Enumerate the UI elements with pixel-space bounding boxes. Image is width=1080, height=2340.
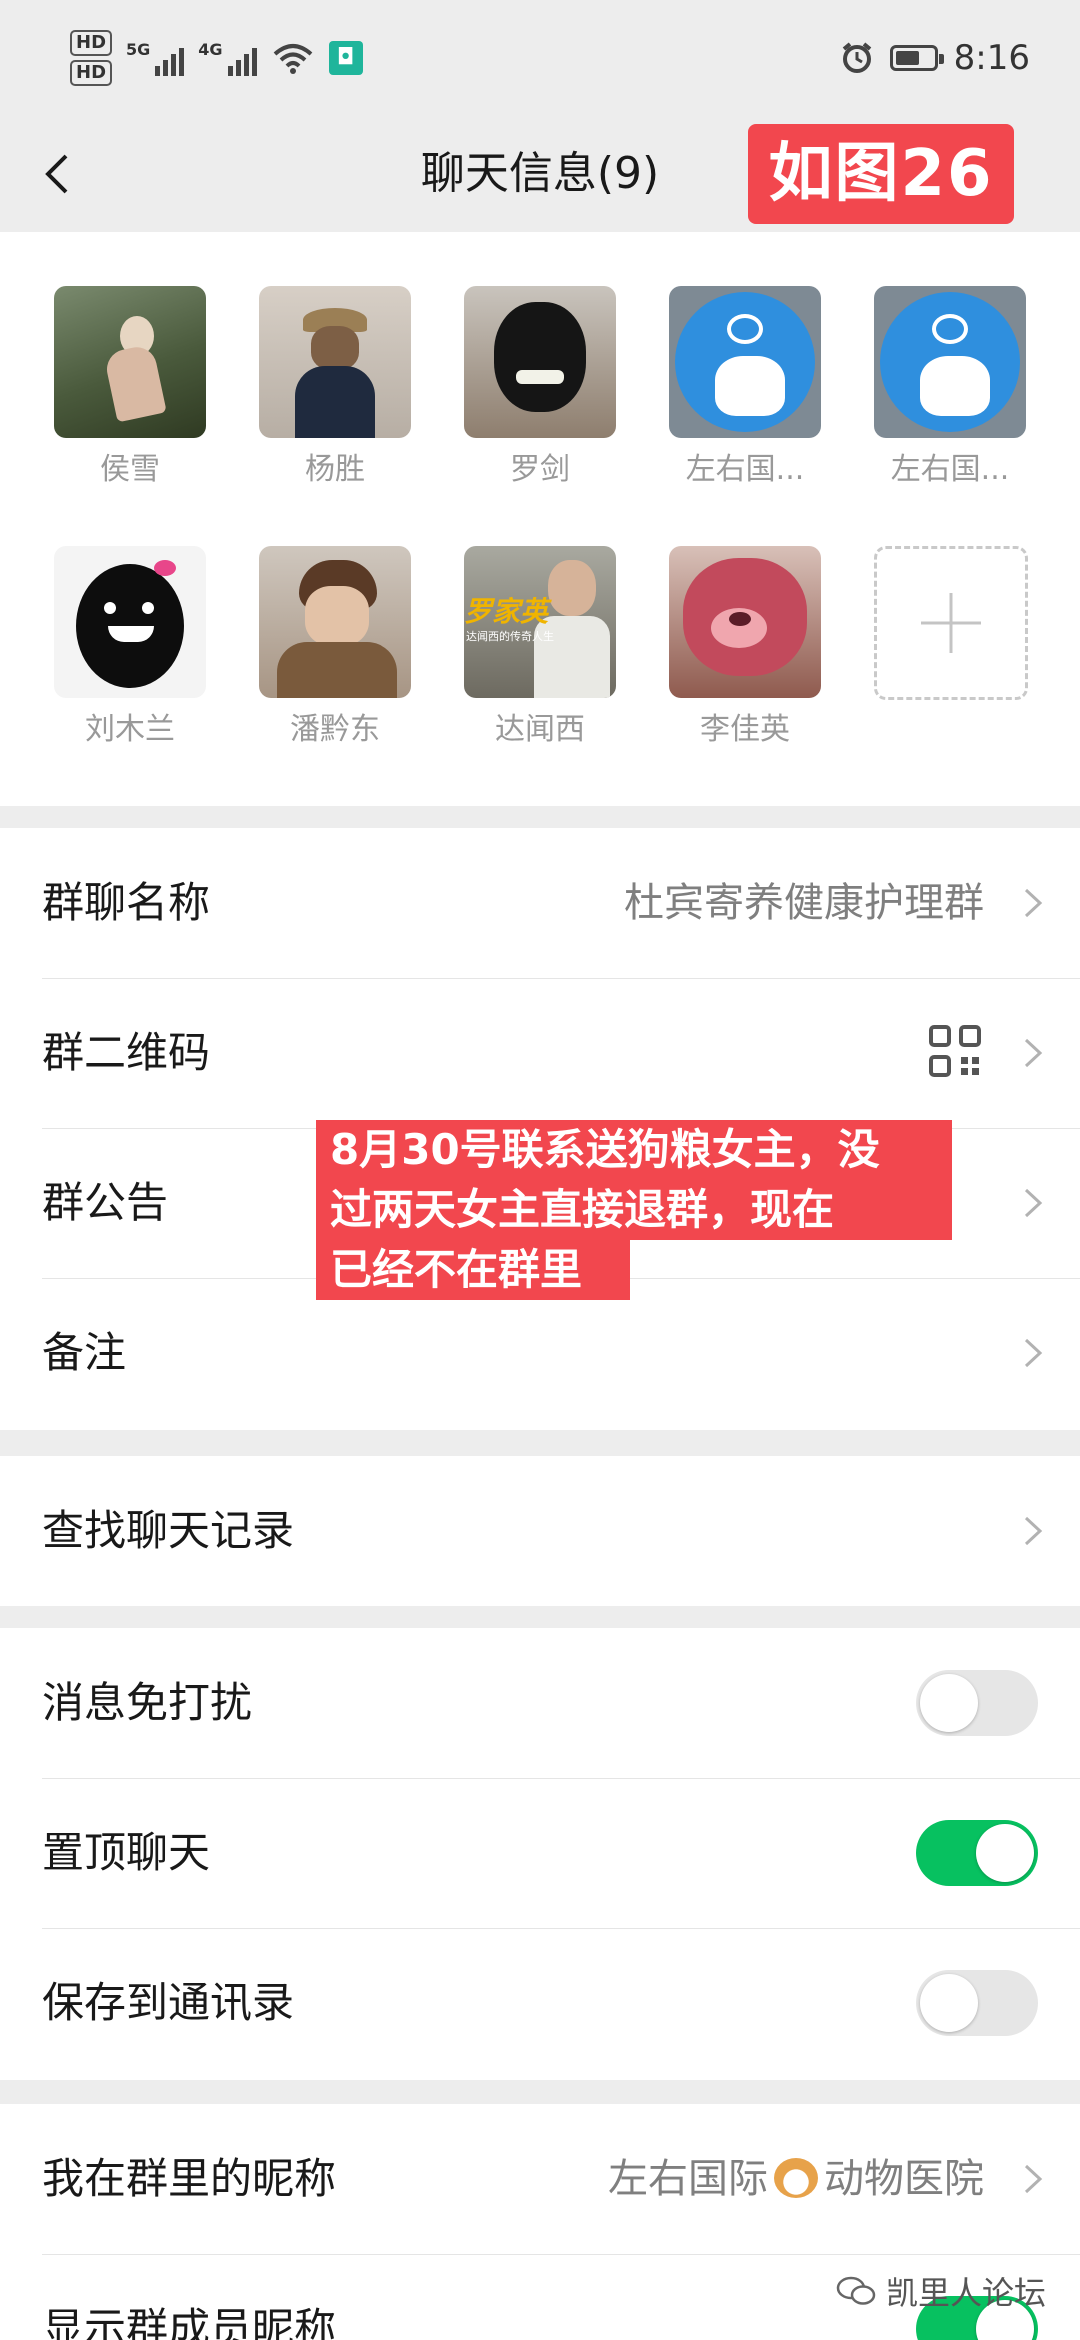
watermark: 凯里人论坛 <box>836 2268 1046 2314</box>
chevron-right-icon <box>1024 2164 1043 2194</box>
annotation-line-1: 8月30号联系送狗粮女主，没 <box>316 1120 952 1180</box>
member-item[interactable]: 杨胜 <box>259 286 411 490</box>
member-name: 罗剑 <box>510 452 570 487</box>
show-member-nickname-label: 显示群成员昵称 <box>42 2304 337 2340</box>
avatar <box>874 286 1026 438</box>
member-name: 李佳英 <box>700 712 790 747</box>
member-name: 侯雪 <box>100 452 160 487</box>
member-item[interactable]: 刘木兰 <box>54 546 206 750</box>
chevron-right-icon <box>1024 1516 1043 1546</box>
mute-toggle[interactable] <box>916 1670 1038 1736</box>
nickname-value-part2: 动物医院 <box>824 2156 984 2202</box>
add-member-button[interactable] <box>874 546 1028 700</box>
member-item[interactable]: 潘黔东 <box>259 546 411 750</box>
dog-emoji-icon <box>774 2158 818 2198</box>
avatar-banner-subtext: 达闻西的传奇人生 <box>466 630 554 643</box>
search-section: 查找聊天记录 <box>0 1456 1080 1606</box>
avatar <box>259 546 411 698</box>
nickname-value-part1: 左右国际 <box>608 2156 768 2202</box>
toggle-settings-section: 消息免打扰 置顶聊天 保存到通讯录 <box>0 1628 1080 2080</box>
member-item[interactable]: 罗家英 达闻西的传奇人生 达闻西 <box>464 546 616 750</box>
group-name-row[interactable]: 群聊名称 杜宾寄养健康护理群 <box>0 828 1080 978</box>
figure-label-overlay: 如图26 <box>748 124 1014 224</box>
member-name: 潘黔东 <box>290 712 380 747</box>
member-item[interactable]: 罗剑 <box>464 286 616 490</box>
my-nickname-row[interactable]: 我在群里的昵称 左右国际 动物医院 <box>0 2104 1080 2254</box>
member-item[interactable]: 侯雪 <box>54 286 206 490</box>
avatar: 罗家英 达闻西的传奇人生 <box>464 546 616 698</box>
member-name: 左右国... <box>685 452 805 487</box>
member-item[interactable]: 左右国... <box>669 286 821 490</box>
watermark-text: 凯里人论坛 <box>885 2274 1046 2312</box>
avatar <box>669 546 821 698</box>
plus-icon <box>874 546 1028 700</box>
member-item[interactable]: 李佳英 <box>669 546 821 750</box>
group-qrcode-label: 群二维码 <box>42 1028 211 1077</box>
member-item[interactable]: 左右国... <box>874 286 1026 490</box>
shield-app-icon: ◘ <box>328 41 363 75</box>
signal-5g-label: 5G <box>126 40 151 59</box>
chevron-right-icon <box>1024 1338 1043 1368</box>
chevron-right-icon <box>1024 1038 1043 1068</box>
wechat-icon <box>836 2276 876 2305</box>
save-to-contacts-label: 保存到通讯录 <box>42 1978 295 2027</box>
member-name: 杨胜 <box>305 452 365 487</box>
signal-4g-label: 4G <box>198 40 223 59</box>
avatar <box>54 286 206 438</box>
avatar-banner-text: 罗家英 <box>464 595 549 628</box>
signal-4g-icon: 4G <box>198 40 257 76</box>
save-to-contacts-toggle[interactable] <box>916 1970 1038 2036</box>
pin-chat-row: 置顶聊天 <box>0 1778 1080 1928</box>
group-name-label: 群聊名称 <box>42 878 211 927</box>
avatar <box>669 286 821 438</box>
avatar <box>259 286 411 438</box>
signal-5g-icon: 5G <box>126 40 185 76</box>
remark-row[interactable]: 备注 <box>0 1278 1080 1428</box>
annotation-line-2: 过两天女主直接退群，现在 <box>316 1180 952 1240</box>
group-notice-label: 群公告 <box>42 1178 169 1227</box>
alarm-icon <box>842 42 871 73</box>
annotation-line-3: 已经不在群里 <box>316 1240 630 1300</box>
save-to-contacts-row: 保存到通讯录 <box>0 1928 1080 2078</box>
member-name: 刘木兰 <box>85 712 175 747</box>
member-grid: 侯雪 杨胜 罗剑 左右国... 左右国... 刘木兰 潘黔东 罗家英 达闻西的传… <box>0 232 1080 806</box>
my-nickname-label: 我在群里的昵称 <box>42 2154 337 2203</box>
qrcode-icon <box>929 1025 981 1077</box>
mute-label: 消息免打扰 <box>42 1678 253 1727</box>
chevron-right-icon <box>1024 1188 1043 1218</box>
search-chat-history-label: 查找聊天记录 <box>42 1506 295 1555</box>
pin-chat-label: 置顶聊天 <box>42 1828 211 1877</box>
my-nickname-value: 左右国际 动物医院 <box>608 2104 984 2254</box>
clock: 8:16 <box>953 38 1030 78</box>
remark-label: 备注 <box>42 1328 127 1377</box>
status-left: HD HD 5G 4G ◘ <box>70 30 363 86</box>
member-name: 左右国... <box>890 452 1010 487</box>
mute-row: 消息免打扰 <box>0 1628 1080 1778</box>
hd-badges: HD HD <box>70 30 113 86</box>
group-qrcode-row[interactable]: 群二维码 <box>0 978 1080 1128</box>
status-right: 8:16 <box>840 38 1030 78</box>
annotation-overlay: 8月30号联系送狗粮女主，没 过两天女主直接退群，现在 已经不在群里 <box>316 1120 956 1300</box>
chevron-right-icon <box>1024 888 1043 918</box>
member-name: 达闻西 <box>495 712 585 747</box>
wifi-icon <box>273 44 312 74</box>
status-bar: HD HD 5G 4G ◘ 8:16 <box>0 0 1080 120</box>
pin-chat-toggle[interactable] <box>916 1820 1038 1886</box>
avatar <box>464 286 616 438</box>
hd-badge-1: HD <box>70 30 113 56</box>
group-name-value: 杜宾寄养健康护理群 <box>624 880 984 926</box>
search-chat-history-row[interactable]: 查找聊天记录 <box>0 1456 1080 1606</box>
hd-badge-2: HD <box>70 60 113 86</box>
avatar <box>54 546 206 698</box>
battery-icon <box>889 45 944 71</box>
